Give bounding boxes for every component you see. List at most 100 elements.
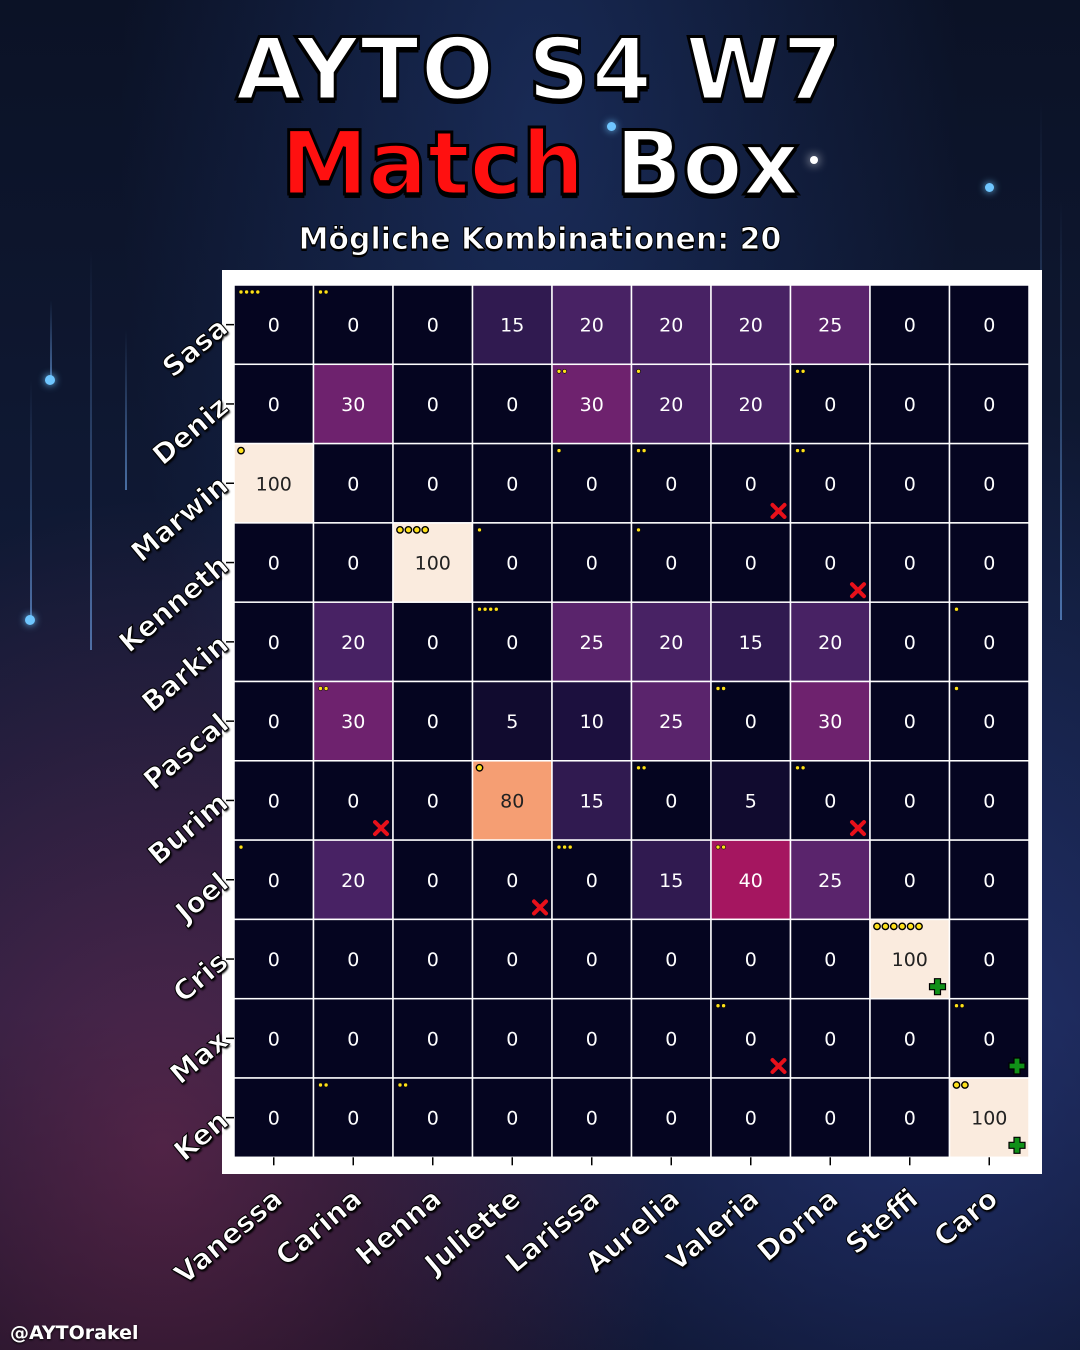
- match-night-dot: [800, 448, 806, 453]
- cell-value-label: 0: [824, 790, 836, 812]
- cell-value-label: 0: [268, 870, 280, 892]
- cell-value-label: 30: [341, 711, 365, 733]
- cell-value-label: 0: [347, 553, 359, 575]
- cell-value-label: 0: [745, 473, 757, 495]
- match-night-dot: [482, 606, 488, 612]
- match-night-dot: [906, 922, 915, 931]
- match-night-dot: [795, 448, 800, 453]
- cell-value-label: 20: [659, 632, 683, 654]
- cell-value-label: 25: [580, 632, 604, 654]
- cell-value-label: 0: [904, 870, 916, 892]
- light-streak: [90, 250, 92, 650]
- match-night-dot: [244, 289, 249, 295]
- cell-value-label: 25: [818, 315, 842, 337]
- cell-value-label: 25: [818, 870, 842, 892]
- cell-value-label: 0: [506, 473, 518, 495]
- match-night-dot: [477, 527, 482, 533]
- cell-value-label: 0: [983, 870, 995, 892]
- cell-value-label: 0: [427, 870, 439, 892]
- cell-value-label: 0: [586, 1108, 598, 1130]
- cell-value-label: 0: [824, 553, 836, 575]
- cell-value-label: 0: [586, 870, 598, 892]
- match-night-dot: [318, 686, 323, 691]
- author-handle: @AYTOrakel: [10, 1322, 139, 1344]
- light-streak: [125, 330, 127, 490]
- match-night-dot: [403, 1082, 408, 1088]
- cell-value-label: 40: [739, 870, 763, 892]
- cell-value-label: 0: [824, 949, 836, 971]
- cell-value-label: 100: [256, 473, 292, 495]
- cell-value-label: 0: [904, 553, 916, 575]
- cell-value-label: 0: [983, 949, 995, 971]
- match-night-dot: [721, 1003, 726, 1009]
- cell-value-label: 0: [983, 315, 995, 337]
- match-night-dot: [954, 686, 959, 691]
- cell-value-label: 0: [904, 473, 916, 495]
- match-night-dot: [323, 686, 329, 691]
- row-label-pascal: Pascal: [136, 707, 235, 798]
- cell-value-label: 0: [983, 632, 995, 654]
- match-night-dot: [715, 844, 721, 850]
- cell-value-label: 0: [904, 632, 916, 654]
- cell-value-label: 0: [268, 394, 280, 416]
- cell-value-label: 5: [506, 711, 518, 733]
- cell-value-label: 0: [904, 1108, 916, 1130]
- match-night-dot: [238, 844, 244, 850]
- match-night-dot: [567, 844, 573, 850]
- match-night-dot: [800, 369, 806, 374]
- cell-value-label: 15: [659, 870, 683, 892]
- column-label-vanessa: Vanessa: [167, 1181, 289, 1291]
- match-night-dot: [954, 606, 959, 612]
- cell-value-label: 0: [427, 1028, 439, 1050]
- cell-value-label: 20: [818, 632, 842, 654]
- cell-value-label: 20: [341, 870, 365, 892]
- match-night-dot: [475, 763, 484, 772]
- title-box-word: Box: [614, 111, 801, 217]
- cell-value-label: 0: [427, 632, 439, 654]
- plot-frame: 0 0 0 15 20 20 20 25 0 0 0 30 0 0 30 20 20 0 0 0 100 0 0 0 0 0 0 0 0…: [222, 270, 1042, 1174]
- cell-value-label: 0: [745, 949, 757, 971]
- cell-value-label: 0: [427, 711, 439, 733]
- cell-value-label: 0: [983, 553, 995, 575]
- cell-value-label: 0: [506, 1028, 518, 1050]
- cell-value-label: 0: [347, 1108, 359, 1130]
- cell-value-label: 0: [665, 949, 677, 971]
- match-night-dot: [397, 1082, 403, 1088]
- match-night-dot: [636, 765, 641, 771]
- match-night-dot: [898, 922, 907, 931]
- cell-value-label: 0: [983, 473, 995, 495]
- match-night-dot: [249, 289, 255, 295]
- light-dot: [25, 615, 35, 625]
- cell-value-label: 0: [268, 1028, 280, 1050]
- row-label-burim: Burim: [141, 786, 235, 873]
- cell-value-label: 0: [268, 949, 280, 971]
- match-night-dot: [237, 446, 245, 455]
- cell-value-label: 0: [904, 315, 916, 337]
- light-streak: [1060, 200, 1062, 620]
- cell-value-label: 25: [659, 711, 683, 733]
- cell-value-label: 0: [586, 1028, 598, 1050]
- cell-value-label: 0: [268, 711, 280, 733]
- match-night-dot: [562, 844, 567, 850]
- cell-value-label: 0: [427, 473, 439, 495]
- cell-value-label: 20: [341, 632, 365, 654]
- cell-value-label: 15: [580, 790, 604, 812]
- cell-value-label: 0: [268, 315, 280, 337]
- light-streak: [50, 300, 52, 380]
- cell-value-label: 0: [983, 394, 995, 416]
- match-night-dot: [715, 686, 721, 691]
- cell-value-label: 100: [415, 553, 451, 575]
- cell-value-label: 0: [665, 1028, 677, 1050]
- match-night-dot: [323, 289, 329, 295]
- cell-value-label: 15: [739, 632, 763, 654]
- cell-value-label: 0: [983, 790, 995, 812]
- cell-value-label: 20: [659, 394, 683, 416]
- cell-value-label: 0: [347, 473, 359, 495]
- cell-value-label: 20: [739, 315, 763, 337]
- cell-value-label: 20: [580, 315, 604, 337]
- cell-value-label: 0: [824, 1108, 836, 1130]
- match-night-dot: [318, 289, 323, 295]
- match-night-dot: [556, 369, 562, 374]
- title-line-1: AYTO S4 W7: [234, 19, 845, 122]
- cell-value-label: 0: [745, 1028, 757, 1050]
